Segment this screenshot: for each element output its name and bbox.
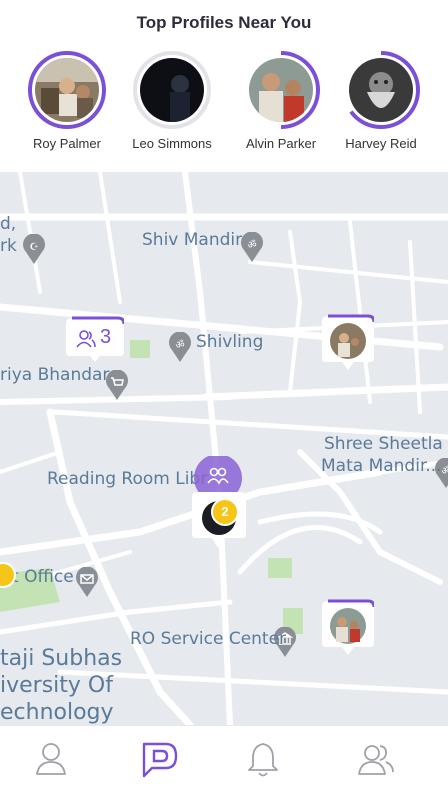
chat-icon <box>142 742 178 778</box>
svg-text:ॐ: ॐ <box>247 239 256 251</box>
avatar <box>140 58 204 122</box>
map-label-university: taji Subhas <box>0 646 123 671</box>
profile-name: Alvin Parker <box>245 136 317 151</box>
users-icon <box>207 467 229 485</box>
profile-leo-simmons[interactable]: Leo Simmons <box>117 50 227 151</box>
profile-name: Harvey Reid <box>345 136 417 151</box>
users-icon <box>76 330 96 348</box>
users-icon <box>358 745 394 775</box>
map-view[interactable]: ☪ ॐ ॐ ॐ d, rk Shiv Mandir Shivling riya … <box>0 172 448 725</box>
svg-text:ॐ: ॐ <box>441 465 448 477</box>
profile-name: Leo Simmons <box>132 136 212 151</box>
svg-text:☪: ☪ <box>30 242 39 253</box>
group-count: 3 <box>100 326 112 348</box>
map-label-edge: d, <box>0 214 17 234</box>
map-label-bhandar: riya Bhandar <box>0 365 110 385</box>
panel-title: Top Profiles Near You <box>136 13 312 32</box>
avatar <box>249 58 313 122</box>
group-marker[interactable]: 3 <box>66 314 124 362</box>
profile-marker[interactable] <box>322 312 376 372</box>
mail-pin-icon[interactable] <box>75 567 99 597</box>
avatar <box>349 58 413 122</box>
map-label-university: iversity Of <box>0 673 113 698</box>
tab-profile[interactable] <box>31 740 71 780</box>
bottom-tab-bar <box>0 725 448 794</box>
cluster-count-badge: 2 <box>211 498 239 526</box>
map-label-university: echnology <box>0 700 114 725</box>
user-icon <box>36 743 66 775</box>
tab-notifications[interactable] <box>243 740 283 780</box>
cluster-marker[interactable]: 2 <box>190 454 248 552</box>
svg-text:ॐ: ॐ <box>175 339 184 351</box>
map-label-sheetla: Mata Mandir... <box>321 456 442 476</box>
map-label-shiv-mandir: Shiv Mandir <box>142 230 243 250</box>
profile-harvey-reid[interactable]: Harvey Reid <box>326 50 436 151</box>
profile-ring <box>341 50 421 130</box>
profile-marker[interactable] <box>322 597 376 657</box>
avatar <box>35 58 99 122</box>
profile-alvin-parker[interactable]: Alvin Parker <box>226 50 336 151</box>
map-label-shivling: Shivling <box>196 332 264 352</box>
profile-ring <box>132 50 212 130</box>
map-label-post-office: t Office <box>12 567 74 587</box>
map-label-ro-service: RO Service Center <box>130 629 287 649</box>
profile-name: Roy Palmer <box>33 136 101 151</box>
tab-chat[interactable] <box>140 740 180 780</box>
profile-ring <box>27 50 107 130</box>
tab-friends[interactable] <box>356 740 396 780</box>
map-label-reading-room: Reading Room Libr <box>47 469 208 489</box>
map-label-edge: rk <box>0 236 17 256</box>
map-label-sheetla: Shree Sheetla <box>324 434 443 454</box>
profile-roy-palmer[interactable]: Roy Palmer <box>12 50 122 151</box>
bell-icon <box>248 743 278 777</box>
profile-ring <box>241 50 321 130</box>
temple-pin-icon[interactable]: ॐ <box>168 332 192 362</box>
temple-pin-icon[interactable]: ॐ <box>240 232 264 262</box>
top-profiles-panel: Top Profiles Near You Roy Palmer Leo Sim… <box>0 0 448 172</box>
mosque-pin-icon[interactable]: ☪ <box>22 234 46 264</box>
